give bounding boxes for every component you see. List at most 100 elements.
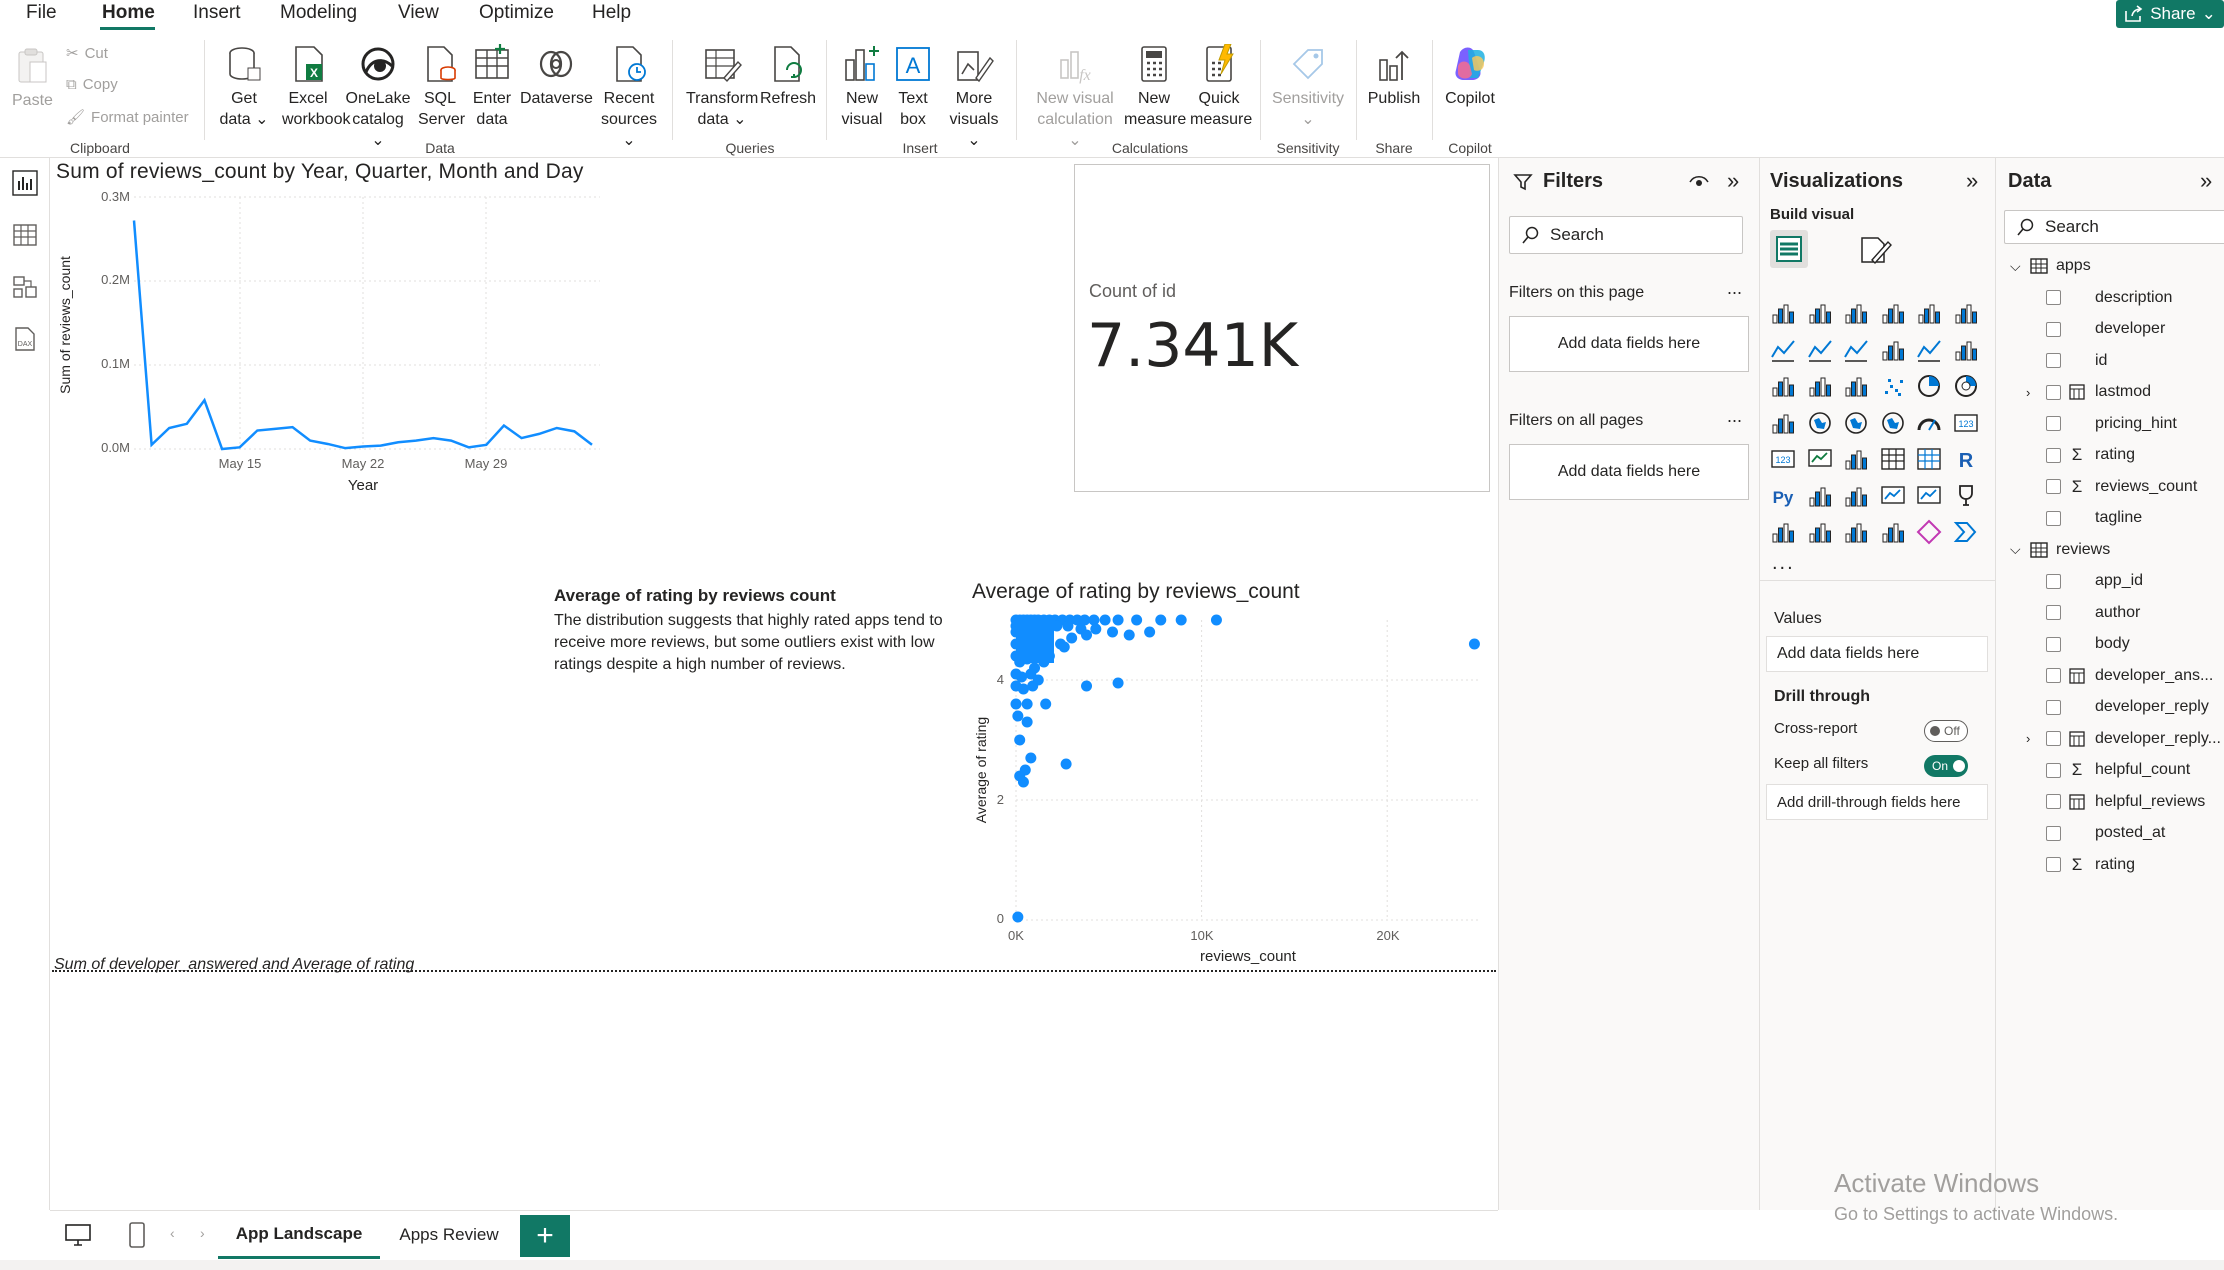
qa-icon[interactable]	[1880, 483, 1906, 509]
scatter-point[interactable]	[1040, 698, 1052, 710]
desktop-layout-icon[interactable]	[64, 1223, 92, 1247]
r-visual-icon[interactable]: R	[1953, 446, 1979, 472]
new-measure-button[interactable]: New measure	[1124, 44, 1186, 130]
field-item[interactable]: Σrating	[2026, 441, 2135, 469]
scatter-point[interactable]	[1066, 632, 1078, 644]
onelake-catalog-button[interactable]: OneLake catalog ⌄	[344, 44, 412, 151]
format-visual-icon[interactable]	[1858, 234, 1892, 266]
filters-this-page-dropzone[interactable]: Add data fields here	[1509, 316, 1749, 372]
scatter-point[interactable]	[1123, 629, 1135, 641]
menu-home[interactable]: Home	[102, 2, 155, 24]
scatter-point[interactable]	[1155, 614, 1167, 626]
field-item[interactable]: description	[2026, 284, 2172, 312]
scatter-point[interactable]	[1014, 734, 1026, 746]
refresh-button[interactable]: Refresh	[760, 44, 816, 109]
share-button[interactable]: Share ⌄	[2116, 0, 2224, 28]
field-checkbox[interactable]	[2046, 573, 2061, 589]
clustered-bar-icon[interactable]	[1843, 300, 1869, 326]
power-automate-icon[interactable]	[1843, 519, 1869, 545]
field-checkbox[interactable]	[2046, 762, 2061, 778]
field-checkbox[interactable]	[2046, 510, 2061, 526]
model-view-icon[interactable]	[12, 274, 38, 300]
drill-through-dropzone[interactable]: Add drill-through fields here	[1766, 784, 1988, 820]
copilot-button[interactable]: Copilot	[1440, 44, 1500, 109]
menu-help[interactable]: Help	[592, 2, 631, 24]
more-visuals-button[interactable]: More visuals ⌄	[944, 44, 1004, 151]
filters-all-pages-dropzone[interactable]: Add data fields here	[1509, 444, 1749, 500]
python-visual-icon[interactable]: Py	[1770, 483, 1796, 509]
stacked-column-icon[interactable]	[1880, 300, 1906, 326]
field-checkbox[interactable]	[2046, 384, 2061, 400]
scatter-point[interactable]	[1012, 710, 1024, 722]
scatter-point[interactable]	[1081, 680, 1093, 692]
get-data-button[interactable]: Get data ⌄	[218, 44, 270, 130]
field-checkbox[interactable]	[2046, 699, 2061, 715]
field-checkbox[interactable]	[2046, 605, 2061, 620]
copy-button[interactable]: ⧉ Copy	[66, 76, 118, 93]
dax-query-view-icon[interactable]: DAX	[12, 326, 38, 352]
field-checkbox[interactable]	[2046, 447, 2061, 463]
dataverse-button[interactable]: Dataverse	[520, 44, 593, 109]
stacked-area-icon[interactable]	[1843, 337, 1869, 363]
waterfall-icon[interactable]	[1953, 337, 1979, 363]
matrix-icon[interactable]	[1916, 446, 1942, 472]
stacked-bar-icon[interactable]	[1770, 300, 1796, 326]
text-box-button[interactable]: A Text box	[892, 44, 934, 130]
goals-icon[interactable]	[1953, 483, 1979, 509]
key-influencers-icon[interactable]	[1807, 483, 1833, 509]
diamond-icon[interactable]	[1916, 519, 1942, 545]
area-icon[interactable]	[1807, 337, 1833, 363]
gauge-icon[interactable]	[1916, 410, 1942, 436]
decomposition-tree-icon[interactable]	[1843, 483, 1869, 509]
100-bar-icon[interactable]	[1916, 300, 1942, 326]
chevron-left-icon[interactable]: ‹	[170, 1225, 175, 1241]
cut-button[interactable]: ✂ Cut	[66, 44, 108, 63]
recent-sources-button[interactable]: Recent sources ⌄	[598, 44, 660, 151]
publish-button[interactable]: Publish	[1366, 44, 1422, 109]
sql-server-button[interactable]: SQL Server	[418, 44, 465, 130]
scatter-point[interactable]	[1112, 614, 1124, 626]
scatter-point[interactable]	[1175, 614, 1187, 626]
format-painter-button[interactable]: 🖌 Format painter	[66, 108, 189, 127]
kpi-icon[interactable]	[1807, 446, 1833, 472]
field-checkbox[interactable]	[2046, 731, 2061, 746]
menu-insert[interactable]: Insert	[193, 2, 241, 24]
field-checkbox[interactable]	[2046, 825, 2061, 841]
scatter-point[interactable]	[1099, 614, 1111, 626]
field-item[interactable]: pricing_hint	[2026, 410, 2177, 438]
card-visual[interactable]: Count of id 7.341K	[1074, 164, 1490, 492]
collapse-pane-icon[interactable]: »	[1966, 168, 1978, 194]
filled-map-icon[interactable]	[1843, 410, 1869, 436]
card-icon[interactable]: 123	[1953, 410, 1979, 436]
field-item[interactable]: › developer_reply...	[2026, 725, 2221, 753]
scatter-chart[interactable]: 4 2 0 0K 10K 20K reviews_count Average o…	[960, 605, 1500, 965]
field-item[interactable]: posted_at	[2026, 819, 2165, 847]
field-checkbox[interactable]	[2046, 668, 2061, 683]
scatter-point[interactable]	[1012, 911, 1024, 923]
field-item[interactable]: › lastmod	[2026, 378, 2151, 406]
table-view-icon[interactable]	[12, 222, 38, 248]
scatter-icon[interactable]	[1880, 373, 1906, 399]
field-item[interactable]: Σrating	[2026, 851, 2135, 879]
scatter-point[interactable]	[1021, 716, 1033, 728]
field-item[interactable]: developer_reply	[2026, 693, 2209, 721]
field-checkbox[interactable]	[2046, 416, 2061, 431]
chevron-icon[interactable]	[1953, 519, 1979, 545]
line-chart[interactable]: 0.3M 0.2M 0.1M 0.0M May 15 May 22 May 29…	[50, 185, 620, 505]
more-visuals-icon[interactable]: ...	[1772, 552, 1795, 575]
scatter-point[interactable]	[1210, 614, 1222, 626]
field-checkbox[interactable]	[2046, 290, 2061, 305]
data-search-input[interactable]: Search	[2004, 210, 2224, 244]
field-item[interactable]: helpful_reviews	[2026, 788, 2205, 816]
pie-icon[interactable]	[1916, 373, 1942, 399]
scatter-point[interactable]	[1021, 698, 1033, 710]
field-item[interactable]: id	[2026, 347, 2107, 375]
field-item[interactable]: developer	[2026, 315, 2165, 343]
power-apps-icon[interactable]	[1807, 519, 1833, 545]
scatter-point[interactable]	[1090, 623, 1102, 635]
scatter-point[interactable]	[1017, 776, 1029, 788]
line-clustered-icon[interactable]	[1770, 373, 1796, 399]
100-column-icon[interactable]	[1953, 300, 1979, 326]
field-item[interactable]: app_id	[2026, 567, 2143, 595]
page-tab-app-landscape[interactable]: App Landscape	[218, 1211, 380, 1259]
